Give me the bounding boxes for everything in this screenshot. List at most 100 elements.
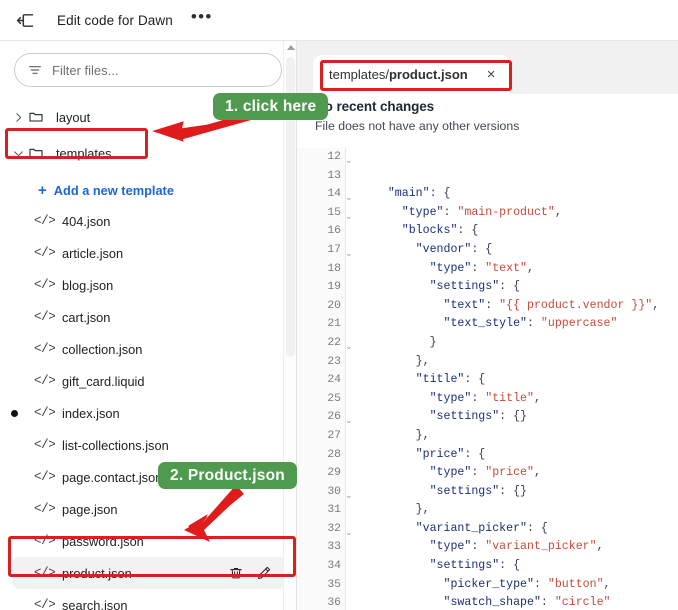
annotation-callout-2: 2. Product.json: [158, 462, 297, 489]
file-row-article-json[interactable]: </> article.json: [12, 237, 286, 269]
code-file-icon: </>: [34, 566, 56, 580]
file-row-cart-json[interactable]: </> cart.json: [12, 301, 286, 333]
line-number-value: 16: [327, 225, 341, 238]
line-number: 30 ⌄: [297, 483, 352, 502]
file-name-label: blog.json: [62, 277, 114, 293]
search-input[interactable]: Filter files...: [14, 53, 282, 87]
modified-indicator-dot: [11, 409, 18, 417]
editor-pane: templates/product.json × No recent chang…: [297, 41, 678, 610]
plus-icon: +: [38, 181, 47, 199]
scroll-up-arrow-icon[interactable]: [287, 45, 295, 50]
file-name-label: search.json: [62, 597, 128, 610]
more-options-button[interactable]: •••: [191, 8, 213, 27]
line-number: 14 ⌄: [297, 185, 352, 204]
file-name-label: cart.json: [62, 309, 111, 325]
code-line: "type": "main-product",: [401, 205, 562, 219]
add-new-template-button[interactable]: + Add a new template: [0, 175, 296, 205]
line-number: 31: [297, 501, 345, 520]
file-name-label: gift_card.liquid: [62, 373, 145, 389]
file-row-collection-json[interactable]: </> collection.json: [12, 333, 286, 365]
code-editor[interactable]: 12 ⌄ 13 14 ⌄ 15 ⌄ 16 17 ⌄ 18 19 20 21 22 ⌄ 23 24 25 26 ⌄ 27 28…: [297, 148, 678, 610]
code-file-icon: </>: [34, 246, 56, 260]
file-name-label: page.json: [62, 501, 118, 517]
file-row-blog-json[interactable]: </> blog.json: [12, 269, 286, 301]
file-row-index-json[interactable]: </> index.json: [11, 397, 286, 429]
code-line: "swatch_shape": "circle": [443, 596, 611, 610]
line-number-value: 34: [327, 560, 341, 573]
sidebar-scrollbar[interactable]: [283, 41, 296, 610]
folder-label-templates: templates: [56, 145, 112, 161]
add-new-template-label: Add a new template: [53, 182, 174, 198]
code-line: "text_style": "uppercase": [443, 317, 618, 331]
line-number-value: 35: [327, 578, 341, 591]
trash-icon[interactable]: [228, 565, 244, 581]
tab-file-name: product.json: [388, 67, 468, 82]
line-number: 28: [297, 446, 345, 465]
code-file-icon: </>: [34, 470, 56, 484]
file-row-gift-card-liquid[interactable]: </> gift_card.liquid: [12, 365, 286, 397]
line-number-value: 24: [327, 374, 341, 387]
line-number: 29: [297, 464, 345, 483]
code-line: "settings": {}: [429, 410, 527, 424]
line-number: 18: [297, 260, 345, 279]
tab-label: templates/product.json: [329, 67, 468, 82]
line-number: 23: [297, 353, 345, 372]
file-list: </> 404.json </> article.json </> blog.json </…: [0, 205, 296, 610]
file-row-search-json[interactable]: </> search.json: [12, 589, 286, 610]
filter-files-wrapper: Filter files...: [0, 41, 296, 87]
line-number-value: 21: [327, 318, 341, 331]
exit-icon[interactable]: [14, 9, 36, 31]
line-number: 33: [297, 538, 345, 557]
tab-strip: templates/product.json ×: [297, 41, 678, 94]
line-number: 35: [297, 576, 345, 595]
code-line: "blocks": {: [401, 224, 479, 238]
code-file-icon: </>: [34, 278, 56, 292]
line-number: 34: [297, 557, 345, 576]
close-icon[interactable]: ×: [487, 67, 496, 82]
line-number: 36: [297, 594, 345, 610]
tab-path-prefix: templates/: [329, 67, 389, 82]
code-line: },: [360, 428, 430, 442]
folder-label-layout: layout: [56, 109, 91, 125]
chevron-down-icon: [10, 147, 26, 160]
code-file-icon: </>: [34, 374, 56, 388]
top-bar: Edit code for Dawn •••: [0, 0, 678, 41]
page-title: Edit code for Dawn: [57, 12, 173, 28]
tab-product-json[interactable]: templates/product.json ×: [313, 55, 510, 94]
line-number-value: 19: [327, 281, 341, 294]
line-number-value: 33: [327, 541, 341, 554]
line-number-value: 25: [327, 392, 341, 405]
versions-subtitle: File does not have any other versions: [315, 119, 520, 133]
code-file-icon: </>: [34, 342, 56, 356]
file-row-product-json[interactable]: </> product.json: [12, 557, 286, 589]
code-content[interactable]: "main": { "type": "main-product", "block…: [346, 148, 678, 610]
code-line: "picker_type": "button",: [443, 577, 611, 591]
line-number: 16: [297, 222, 345, 241]
code-file-icon: </>: [34, 534, 56, 548]
file-row-404-json[interactable]: </> 404.json: [12, 205, 286, 237]
file-sidebar: Filter files... layout templates + Add a…: [0, 41, 296, 610]
pencil-icon[interactable]: [256, 565, 272, 581]
line-number: 20: [297, 297, 345, 316]
file-row-list-collections-json[interactable]: </> list-collections.json: [12, 429, 286, 461]
code-line: }: [360, 335, 437, 349]
file-row-actions: [228, 565, 286, 581]
line-number: 19: [297, 278, 345, 297]
line-number-value: 26: [327, 411, 341, 424]
file-name-label: list-collections.json: [62, 437, 169, 453]
line-number-value: 32: [327, 522, 341, 535]
edit-code-screen: Edit code for Dawn ••• Filter files... l…: [0, 0, 678, 610]
line-number-value: 13: [327, 169, 341, 182]
code-line: "variant_picker": {: [415, 521, 548, 535]
line-number-value: 28: [327, 448, 341, 461]
folder-row-templates[interactable]: templates: [0, 137, 296, 169]
code-line: "type": "price",: [429, 466, 541, 480]
line-number-value: 20: [327, 299, 341, 312]
line-number: 13: [297, 167, 345, 186]
line-number-value: 18: [327, 262, 341, 275]
versions-title: No recent changes: [315, 99, 435, 114]
file-row-password-json[interactable]: </> password.json: [12, 525, 286, 557]
code-file-icon: </>: [34, 214, 56, 228]
file-row-page-json[interactable]: </> page.json: [12, 493, 286, 525]
line-number-gutter: 12 ⌄ 13 14 ⌄ 15 ⌄ 16 17 ⌄ 18 19 20 21 22 ⌄ 23 24 25 26 ⌄ 27 28…: [297, 148, 353, 610]
